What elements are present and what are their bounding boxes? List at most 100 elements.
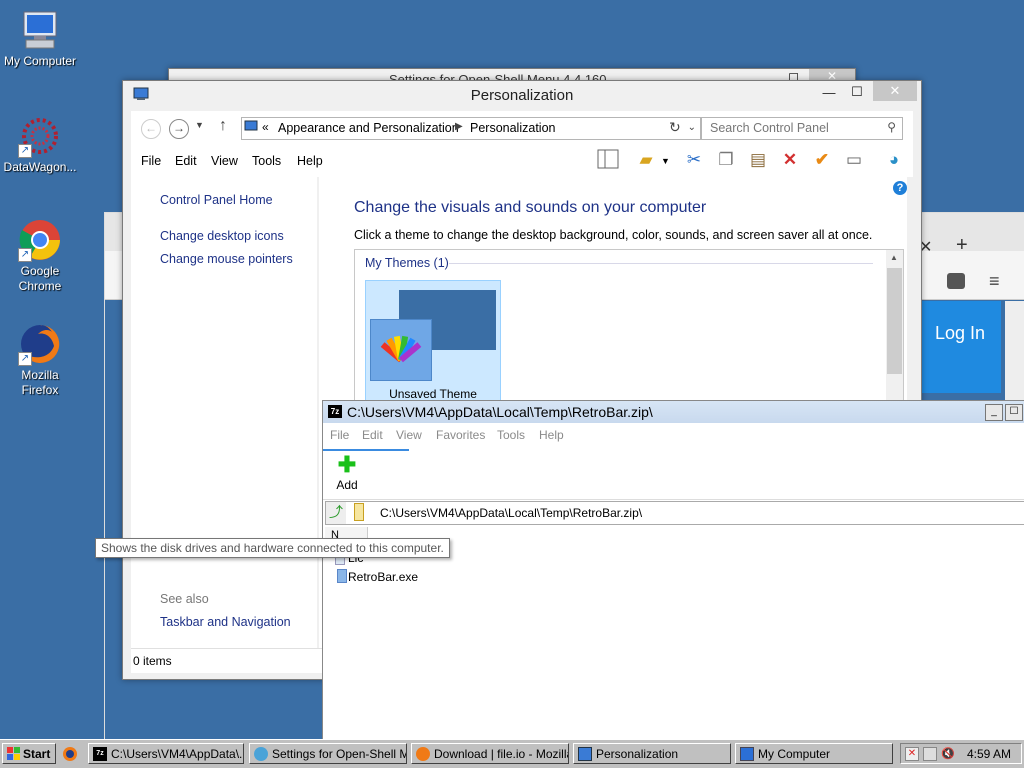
start-label: Start xyxy=(23,747,51,761)
shortcut-arrow-icon: ↗ xyxy=(18,248,32,262)
up-folder-icon[interactable]: ⤴ xyxy=(326,502,346,524)
7zip-window[interactable]: 7z C:\Users\VM4\AppData\Local\Temp\Retro… xyxy=(322,400,1024,742)
desktop-icon-firefox[interactable]: ↗ Mozilla Firefox xyxy=(0,322,80,398)
help-icon[interactable]: ? xyxy=(893,181,907,195)
path-bar: ⤴ C:\Users\VM4\AppData\Local\Temp\RetroB… xyxy=(325,501,1024,525)
minimize-icon[interactable]: — xyxy=(815,83,843,103)
pocket-icon[interactable] xyxy=(947,273,965,289)
scroll-up-icon[interactable]: ▲ xyxy=(890,253,898,262)
menu-tools[interactable]: Tools xyxy=(252,154,281,168)
menu-help[interactable]: Help xyxy=(539,428,564,442)
system-tray: ✕ 🔇 4:59 AM xyxy=(900,743,1022,764)
menu-edit[interactable]: Edit xyxy=(362,428,383,442)
chrome-icon: ↗ xyxy=(18,218,62,262)
menu-edit[interactable]: Edit xyxy=(175,154,197,168)
window-title: Personalization xyxy=(470,87,574,104)
menu-hamburger-icon[interactable]: ≡ xyxy=(989,271,1000,292)
left-navigation-pane: Control Panel Home Change desktop icons … xyxy=(131,177,317,659)
start-button[interactable]: Start xyxy=(2,743,56,764)
login-banner[interactable]: Log In xyxy=(921,301,1001,393)
change-mouse-pointers-link[interactable]: Change mouse pointers xyxy=(160,252,293,266)
menu-file[interactable]: File xyxy=(141,154,161,168)
taskbar-button-label: My Computer xyxy=(758,747,831,761)
taskbar-navigation-link[interactable]: Taskbar and Navigation xyxy=(160,615,291,629)
network-icon[interactable] xyxy=(923,747,937,761)
breadcrumb-overflow-icon[interactable]: « xyxy=(262,120,269,134)
address-toolbar: ← → ▼ ↑ « Appearance and Personalization… xyxy=(131,111,913,144)
delete-icon[interactable]: ✕ xyxy=(779,149,801,171)
title-bar: 7z C:\Users\VM4\AppData\Local\Temp\Retro… xyxy=(323,401,1024,423)
add-button[interactable]: ✚ Add xyxy=(331,452,363,496)
search-input[interactable]: Search Control Panel ⚲ xyxy=(701,117,903,140)
breadcrumb-appearance[interactable]: Appearance and Personalization xyxy=(278,121,459,135)
control-panel-icon xyxy=(578,747,592,761)
address-bar[interactable]: « Appearance and Personalization ▶ Perso… xyxy=(241,117,701,140)
shell-icon[interactable]: ◕ xyxy=(883,149,905,171)
desktop-icon-my-computer[interactable]: My Computer xyxy=(0,8,80,69)
page-description: Click a theme to change the desktop back… xyxy=(354,228,873,242)
address-dropdown-icon[interactable]: ⌄ xyxy=(688,122,696,133)
back-button[interactable]: ← xyxy=(141,119,161,139)
control-panel-icon xyxy=(244,120,258,134)
change-desktop-icons-link[interactable]: Change desktop icons xyxy=(160,229,284,243)
folder-check-icon[interactable]: ▰ xyxy=(635,149,657,171)
minimize-icon[interactable]: _ xyxy=(985,404,1003,421)
theme-tile-unsaved[interactable]: Unsaved Theme xyxy=(365,280,501,402)
login-link[interactable]: Log In xyxy=(935,323,985,344)
desktop-icon-label: DataWagon... xyxy=(3,160,77,174)
refresh-icon[interactable]: ↻ xyxy=(669,119,681,136)
taskbar-button-openshell[interactable]: Settings for Open-Shell M... xyxy=(249,743,407,764)
close-icon[interactable]: ✕ xyxy=(873,81,917,101)
see-also-label: See also xyxy=(160,592,209,606)
search-icon[interactable]: ⚲ xyxy=(887,120,896,134)
menu-file[interactable]: File xyxy=(330,428,349,442)
desktop-icon-datawagon[interactable]: ↗ DataWagon... xyxy=(0,114,80,175)
maximize-icon[interactable]: ☐ xyxy=(843,82,871,102)
taskbar-button-label: Settings for Open-Shell M... xyxy=(272,747,407,761)
firefox-icon xyxy=(416,747,430,761)
menu-help[interactable]: Help xyxy=(297,154,323,168)
cut-icon[interactable]: ✂ xyxy=(683,149,705,171)
path-input[interactable]: C:\Users\VM4\AppData\Local\Temp\RetroBar… xyxy=(380,506,642,520)
menu-view[interactable]: View xyxy=(211,154,238,168)
taskbar-button-7zip[interactable]: 7z C:\Users\VM4\AppData\... xyxy=(88,743,244,764)
taskbar-button-label: C:\Users\VM4\AppData\... xyxy=(111,747,244,761)
firefox-icon: ↗ xyxy=(18,322,62,366)
rename-icon[interactable]: ▭ xyxy=(843,149,865,171)
forward-button[interactable]: → xyxy=(169,119,189,139)
theme-color-swatch xyxy=(370,319,432,381)
scroll-thumb[interactable] xyxy=(887,268,902,374)
menu-favorites[interactable]: Favorites xyxy=(436,428,485,442)
recent-pages-chevron-icon[interactable]: ▼ xyxy=(195,120,204,130)
quicklaunch-firefox-icon[interactable] xyxy=(62,746,78,762)
path-folder-icon xyxy=(354,503,364,521)
desktop-icon-chrome[interactable]: ↗ Google Chrome xyxy=(0,218,80,294)
file-item-retrobar[interactable]: RetroBar.exe xyxy=(348,570,418,584)
view-dropdown-icon[interactable]: ▼ xyxy=(661,156,670,166)
menu-tools[interactable]: Tools xyxy=(497,428,525,442)
toolbar: ✚ Add xyxy=(323,451,1024,500)
volume-muted-icon[interactable]: 🔇 xyxy=(941,747,955,761)
taskbar-button-my-computer[interactable]: My Computer xyxy=(735,743,893,764)
copy-icon[interactable]: ❐ xyxy=(715,149,737,171)
paste-icon[interactable]: ▤ xyxy=(747,149,769,171)
menu-view[interactable]: View xyxy=(396,428,422,442)
shell-icon xyxy=(254,747,268,761)
add-label: Add xyxy=(336,478,358,492)
control-panel-home-link[interactable]: Control Panel Home xyxy=(160,193,273,207)
group-divider xyxy=(449,263,873,264)
taskbar: Start 7z C:\Users\VM4\AppData\... Settin… xyxy=(0,739,1024,768)
taskbar-button-personalization[interactable]: Personalization xyxy=(573,743,731,764)
shortcut-arrow-icon: ↗ xyxy=(18,144,32,158)
checkmark-icon[interactable]: ✔ xyxy=(811,149,833,171)
taskbar-button-firefox[interactable]: Download | file.io - Mozilla... xyxy=(411,743,569,764)
up-arrow-icon[interactable]: ↑ xyxy=(219,117,227,135)
breadcrumb-personalization[interactable]: Personalization xyxy=(470,121,555,135)
taskbar-button-label: Personalization xyxy=(596,747,679,761)
clock[interactable]: 4:59 AM xyxy=(967,747,1011,761)
theme-name: Unsaved Theme xyxy=(389,387,477,401)
windows-logo-icon xyxy=(7,747,21,761)
maximize-icon[interactable]: ☐ xyxy=(1005,404,1023,421)
preview-pane-icon[interactable] xyxy=(597,149,619,171)
network-error-icon[interactable]: ✕ xyxy=(905,747,919,761)
